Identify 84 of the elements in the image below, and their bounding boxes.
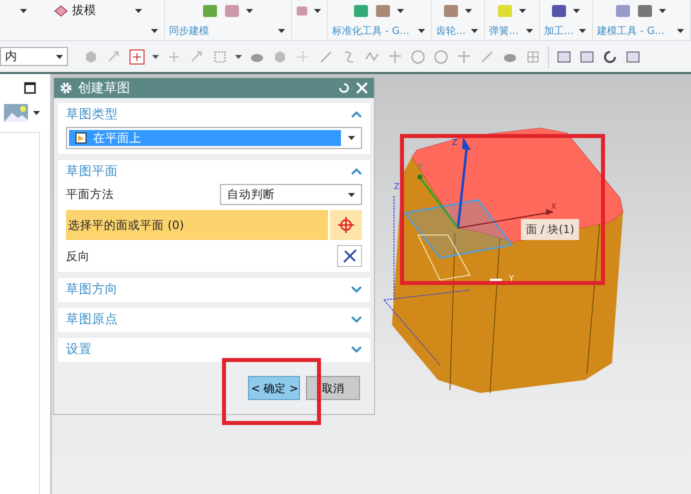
tool-icon[interactable]	[353, 4, 369, 18]
chevron-icon[interactable]	[351, 110, 362, 118]
draft-icon	[54, 4, 68, 17]
caret-icon[interactable]	[348, 192, 355, 196]
section-title[interactable]: 草图原点	[66, 310, 118, 328]
tool-icon[interactable]	[637, 4, 653, 18]
axis-label: Y	[418, 162, 423, 171]
group-label: 齿轮...	[436, 24, 466, 38]
axis-label: Z	[394, 182, 400, 191]
caret-icon[interactable]	[246, 8, 252, 13]
section-title[interactable]: 草图平面	[66, 162, 118, 180]
sketch-plane-icon	[75, 132, 87, 144]
section-title[interactable]: 草图类型	[66, 106, 118, 122]
caret-icon[interactable]	[348, 136, 354, 140]
section-title[interactable]: 草图方向	[66, 280, 118, 298]
caret-icon[interactable]	[572, 8, 580, 13]
section-title[interactable]: 设置	[66, 340, 92, 358]
dialog-title: 创建草图	[78, 80, 131, 97]
grid-icon[interactable]	[525, 48, 541, 64]
face-selection-row[interactable]: 选择平的面或平面 (0)	[66, 210, 328, 240]
chevron-icon[interactable]	[351, 316, 362, 322]
tool-icon[interactable]	[550, 4, 566, 18]
chevron-icon[interactable]	[351, 286, 362, 292]
caret-icon[interactable]	[20, 8, 27, 13]
group-label: 弹簧...	[489, 24, 519, 38]
field-label: 反向	[66, 248, 90, 264]
cross-arrows-icon	[342, 248, 358, 264]
tool-icon[interactable]	[442, 4, 458, 18]
reset-icon[interactable]	[338, 82, 350, 94]
caret-icon[interactable]	[526, 28, 533, 33]
filter-dropdown[interactable]: 内	[0, 47, 68, 66]
caret-icon[interactable]	[471, 28, 478, 33]
rotate-icon[interactable]	[602, 48, 618, 64]
selection-tooltip: 面 / 块(1)	[521, 219, 580, 240]
line-icon[interactable]	[479, 48, 495, 64]
group-label: 同步建模	[169, 24, 209, 38]
window-icon[interactable]	[24, 82, 36, 94]
group-label: 加工...	[544, 24, 574, 38]
group-label: 标准化工具 - G...	[332, 24, 410, 38]
axis-label: Z	[452, 138, 458, 147]
group-label: 建模工具 - G...	[597, 24, 664, 38]
cross-icon[interactable]	[456, 48, 472, 64]
cross-icon[interactable]	[387, 48, 403, 64]
close-icon[interactable]	[356, 82, 368, 94]
axis-label: X	[551, 202, 556, 211]
line-icon[interactable]	[318, 48, 334, 64]
tool-icon[interactable]	[615, 4, 631, 18]
caret-icon[interactable]	[56, 54, 63, 58]
chevron-icon[interactable]	[351, 168, 362, 174]
caret-icon[interactable]	[518, 8, 526, 13]
ok-button[interactable]: < 确定 >	[248, 376, 300, 400]
caret-icon[interactable]	[418, 28, 425, 33]
caret-icon[interactable]	[677, 28, 684, 33]
circle-icon[interactable]	[433, 48, 449, 64]
crosshair-icon	[338, 217, 354, 233]
caret-icon[interactable]	[579, 28, 586, 33]
plane-method-dropdown[interactable]: 自动判断	[220, 184, 362, 205]
caret-icon[interactable]	[235, 54, 242, 58]
caret-icon[interactable]	[314, 8, 321, 13]
caret-icon[interactable]	[151, 28, 158, 33]
axis-label: Y	[509, 274, 514, 283]
chevron-icon[interactable]	[351, 346, 362, 352]
cancel-button[interactable]: 取消	[306, 376, 360, 400]
landscape-icon[interactable]	[4, 104, 28, 122]
caret-icon[interactable]	[278, 28, 285, 33]
caret-icon[interactable]	[464, 8, 472, 13]
circle-icon[interactable]	[410, 48, 426, 64]
dashed-square-icon[interactable]	[212, 48, 228, 64]
view-icon[interactable]	[579, 48, 595, 64]
view-icon[interactable]	[625, 48, 641, 64]
settings-icon[interactable]	[60, 82, 72, 94]
plus-icon[interactable]	[129, 48, 145, 64]
caret-icon[interactable]	[397, 8, 404, 13]
tool-icon[interactable]	[202, 4, 218, 18]
tool-icon[interactable]	[375, 4, 391, 18]
caret-icon[interactable]	[659, 8, 666, 13]
caret-icon[interactable]	[33, 111, 40, 115]
reverse-direction-button[interactable]	[337, 245, 362, 267]
caret-icon[interactable]	[152, 54, 159, 58]
crosshair-button[interactable]	[330, 210, 362, 240]
field-label: 平面方法	[66, 187, 114, 202]
caret-icon[interactable]	[135, 8, 142, 13]
draft-button[interactable]: 拔模	[54, 2, 96, 20]
view-icon[interactable]	[556, 48, 572, 64]
